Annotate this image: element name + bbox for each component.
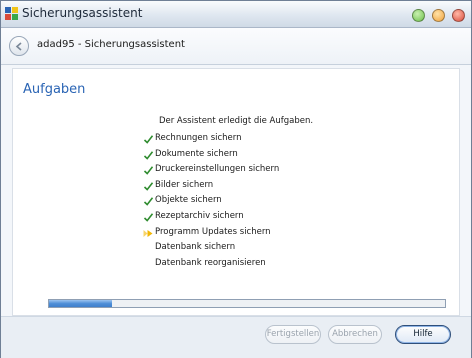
page-title: Aufgaben xyxy=(23,82,86,97)
task-item: Datenbank reorganisieren xyxy=(143,256,279,272)
task-item: Datenbank sichern xyxy=(143,240,279,256)
minimize-icon[interactable] xyxy=(411,9,425,22)
task-item: Rezeptarchiv sichern xyxy=(143,209,279,225)
help-button[interactable]: Hilfe xyxy=(395,325,451,344)
finish-button[interactable]: Fertigstellen xyxy=(265,325,321,344)
task-item: Dokumente sichern xyxy=(143,147,279,163)
task-label: Objekte sichern xyxy=(155,195,222,206)
content-panel: Aufgaben Der Assistent erledigt die Aufg… xyxy=(12,68,460,316)
progress-fill xyxy=(49,300,113,307)
task-label: Datenbank reorganisieren xyxy=(155,257,266,268)
task-list: Rechnungen sichern Dokumente sichern Dru… xyxy=(143,131,279,271)
title-bar[interactable]: Sicherungsassistent xyxy=(1,1,471,28)
task-item: Druckereinstellungen sichern xyxy=(143,162,279,178)
check-icon xyxy=(143,165,154,176)
task-label: Datenbank sichern xyxy=(155,242,236,253)
app-icon xyxy=(5,7,19,21)
wizard-window: Sicherungsassistent adad95 - Sicherungsa… xyxy=(0,0,472,358)
task-label: Dokumente sichern xyxy=(155,148,238,159)
footer-bar: Fertigstellen Abbrechen Hilfe xyxy=(1,316,471,358)
intro-text: Der Assistent erledigt die Aufgaben. xyxy=(158,116,314,126)
cancel-button[interactable]: Abbrechen xyxy=(328,325,382,344)
progress-bar xyxy=(48,299,446,308)
task-status-icon xyxy=(143,243,154,254)
window-title: Sicherungsassistent xyxy=(22,6,143,20)
task-status-icon xyxy=(143,259,154,270)
close-icon[interactable] xyxy=(452,9,465,22)
nav-title: adad95 - Sicherungsassistent xyxy=(37,39,185,50)
check-icon xyxy=(143,196,154,207)
task-label: Druckereinstellungen sichern xyxy=(155,164,280,175)
back-button[interactable] xyxy=(9,36,29,56)
task-label: Programm Updates sichern xyxy=(155,226,271,237)
check-icon xyxy=(143,181,154,192)
task-item: Programm Updates sichern xyxy=(143,225,279,241)
nav-bar: adad95 - Sicherungsassistent xyxy=(1,28,471,65)
check-icon xyxy=(143,150,154,161)
check-icon xyxy=(143,134,154,145)
task-label: Rezeptarchiv sichern xyxy=(155,210,244,221)
current-task-arrow-icon xyxy=(143,228,154,239)
maximize-icon[interactable] xyxy=(431,9,445,22)
task-label: Bilder sichern xyxy=(155,179,214,190)
task-item: Bilder sichern xyxy=(143,178,279,194)
task-label: Rechnungen sichern xyxy=(155,133,242,143)
window-controls xyxy=(410,7,465,26)
back-arrow-icon xyxy=(15,42,22,51)
task-item: Rechnungen sichern xyxy=(143,131,279,147)
task-item: Objekte sichern xyxy=(143,193,279,209)
check-icon xyxy=(143,212,154,223)
